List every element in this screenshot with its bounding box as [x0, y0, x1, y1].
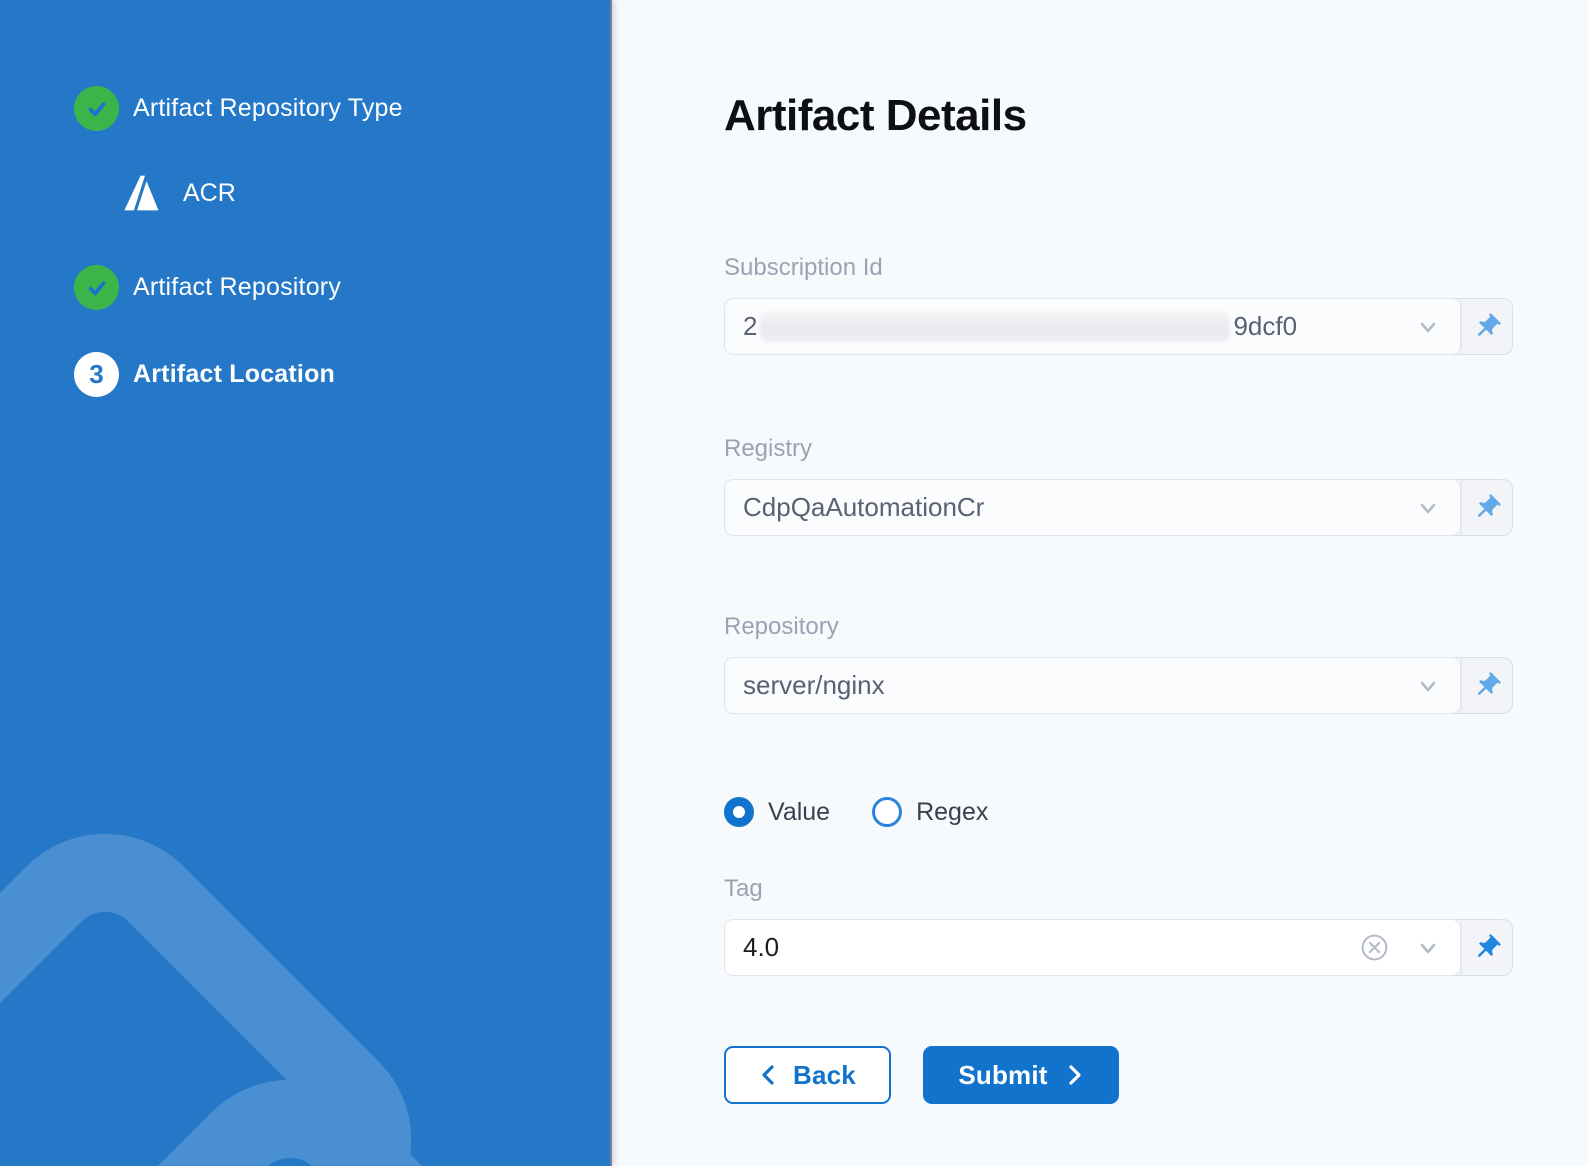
pin-button[interactable] [1461, 480, 1512, 535]
step-artifact-repository[interactable]: Artifact Repository [74, 265, 610, 310]
repository-value: server/nginx [743, 670, 885, 701]
step-number-badge: 3 [74, 352, 119, 397]
pin-button[interactable] [1461, 299, 1512, 354]
redacted-value-blur [760, 312, 1230, 342]
value-suffix: 9dcf0 [1233, 311, 1297, 342]
tag-label: Tag [724, 877, 1588, 901]
repository-value-area[interactable]: server/nginx [724, 657, 1461, 714]
registry-value-area[interactable]: CdpQaAutomationCr [724, 479, 1461, 536]
back-button-label: Back [793, 1060, 856, 1091]
repository-label: Repository [724, 615, 1588, 639]
subscription-id-select[interactable]: 2 9dcf0 [724, 298, 1513, 355]
form-actions: Back Submit [724, 1046, 1588, 1104]
chevron-down-icon [1416, 936, 1440, 960]
submit-button[interactable]: Submit [923, 1046, 1119, 1104]
subscription-id-value: 2 9dcf0 [743, 311, 1297, 342]
value-prefix: 2 [743, 311, 757, 342]
chevron-right-icon [1064, 1063, 1084, 1087]
azure-logo-icon [122, 172, 160, 214]
page-title: Artifact Details [724, 92, 1588, 140]
repository-select[interactable]: server/nginx [724, 657, 1513, 714]
submit-button-label: Submit [958, 1060, 1047, 1091]
radio-value-label: Value [768, 798, 830, 827]
step-complete-icon [74, 86, 119, 131]
chevron-down-icon [1416, 315, 1440, 339]
substep-label: ACR [183, 179, 236, 208]
wizard-window: Artifact Repository Type ACR Artifact Re… [0, 0, 1588, 1166]
step-complete-icon [74, 265, 119, 310]
pin-icon [1466, 664, 1508, 706]
registry-select[interactable]: CdpQaAutomationCr [724, 479, 1513, 536]
subscription-id-label: Subscription Id [724, 256, 1588, 280]
back-button[interactable]: Back [724, 1046, 891, 1104]
subscription-id-value-area[interactable]: 2 9dcf0 [724, 298, 1461, 355]
radio-regex-label: Regex [916, 798, 988, 827]
pin-icon [1466, 305, 1508, 347]
step-artifact-repository-type[interactable]: Artifact Repository Type [74, 86, 610, 131]
tag-combobox[interactable]: 4.0 [724, 919, 1513, 976]
step-label: Artifact Repository Type [133, 94, 403, 123]
chevron-down-icon [1416, 674, 1440, 698]
tag-value-area[interactable]: 4.0 [724, 919, 1461, 976]
radio-value[interactable] [724, 797, 754, 827]
stepper: Artifact Repository Type ACR Artifact Re… [0, 0, 610, 397]
clear-circle-icon[interactable] [1359, 932, 1390, 963]
check-icon [84, 275, 110, 301]
step-artifact-location[interactable]: 3 Artifact Location [74, 352, 610, 397]
registry-value: CdpQaAutomationCr [743, 492, 984, 523]
check-icon [84, 96, 110, 122]
pin-icon [1466, 486, 1508, 528]
tag-match-mode-radios: Value Regex [724, 797, 1588, 827]
step-label: Artifact Repository [133, 273, 341, 302]
registry-label: Registry [724, 437, 1588, 461]
tag-value: 4.0 [743, 932, 779, 963]
artifact-details-panel: Artifact Details Subscription Id 2 9dcf0 [610, 0, 1588, 1166]
step-label: Artifact Location [133, 360, 335, 389]
pin-icon [1466, 926, 1508, 968]
wizard-sidebar: Artifact Repository Type ACR Artifact Re… [0, 0, 610, 1166]
radio-regex[interactable] [872, 797, 902, 827]
pin-button-active[interactable] [1461, 920, 1512, 975]
chevron-down-icon [1416, 496, 1440, 520]
chevron-left-icon [759, 1063, 779, 1087]
pin-button[interactable] [1461, 658, 1512, 713]
substep-acr: ACR [74, 171, 610, 215]
